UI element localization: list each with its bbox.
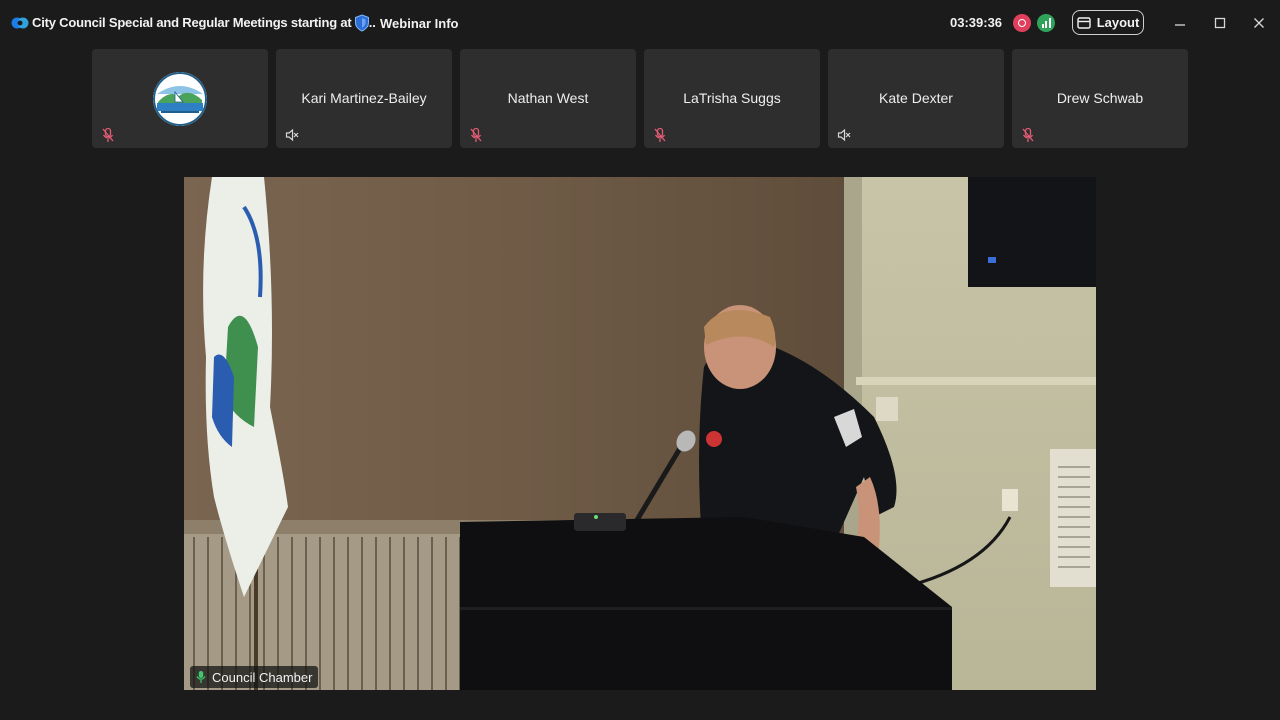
participant-tile[interactable]: LaTrisha Suggs	[644, 49, 820, 148]
participant-name: Nathan West	[507, 90, 589, 106]
webinar-info-label: Webinar Info	[380, 15, 459, 31]
network-stats-icon[interactable]	[1037, 14, 1055, 32]
participant-tile[interactable]: Nathan West	[460, 49, 636, 148]
webinar-info-button[interactable]: Webinar Info	[354, 12, 458, 34]
participant-tile[interactable]: Kari Martinez-Bailey	[276, 49, 452, 148]
mic-muted-icon	[654, 127, 666, 142]
participant-name: LaTrisha Suggs	[683, 90, 781, 106]
maximize-button[interactable]	[1209, 12, 1231, 34]
recording-icon[interactable]	[1013, 14, 1031, 32]
shield-icon	[355, 14, 369, 32]
speaker-off-icon	[285, 128, 299, 142]
layout-button[interactable]: Layout	[1072, 10, 1144, 35]
city-seal-icon	[153, 72, 207, 126]
mic-active-icon	[196, 671, 206, 683]
mic-muted-icon	[102, 127, 114, 142]
participant-name: Kari Martinez-Bailey	[301, 90, 427, 106]
participant-tile[interactable]: Kate Dexter	[828, 49, 1004, 148]
minimize-icon	[1175, 24, 1185, 26]
meeting-title: City Council Special and Regular Meeting…	[32, 15, 376, 30]
council-chamber-video-frame	[184, 177, 1096, 690]
close-button[interactable]	[1248, 12, 1270, 34]
meeting-timer: 03:39:36	[950, 15, 1003, 30]
speaker-off-icon	[837, 128, 851, 142]
participant-name: Drew Schwab	[1056, 90, 1144, 106]
webex-logo-icon	[11, 17, 29, 29]
maximize-icon	[1214, 17, 1226, 29]
mic-muted-icon	[1022, 127, 1034, 142]
mic-muted-icon	[470, 127, 482, 142]
video-source-name: Council Chamber	[212, 669, 313, 685]
city-logo-avatar	[153, 72, 207, 126]
layout-grid-icon	[1076, 16, 1091, 29]
title-bar: City Council Special and Regular Meeting…	[0, 0, 1280, 46]
close-icon	[1254, 18, 1264, 28]
participant-name: Kate Dexter	[879, 90, 953, 106]
participant-tile[interactable]	[92, 49, 268, 148]
layout-label: Layout	[1096, 15, 1140, 30]
participant-strip: Kari Martinez-Bailey Nathan West LaTrish…	[92, 49, 1188, 148]
participant-tile[interactable]: Drew Schwab	[1012, 49, 1188, 148]
minimize-button[interactable]	[1169, 12, 1191, 34]
video-source-label: Council Chamber	[190, 666, 319, 688]
main-video-feed[interactable]	[184, 177, 1096, 690]
